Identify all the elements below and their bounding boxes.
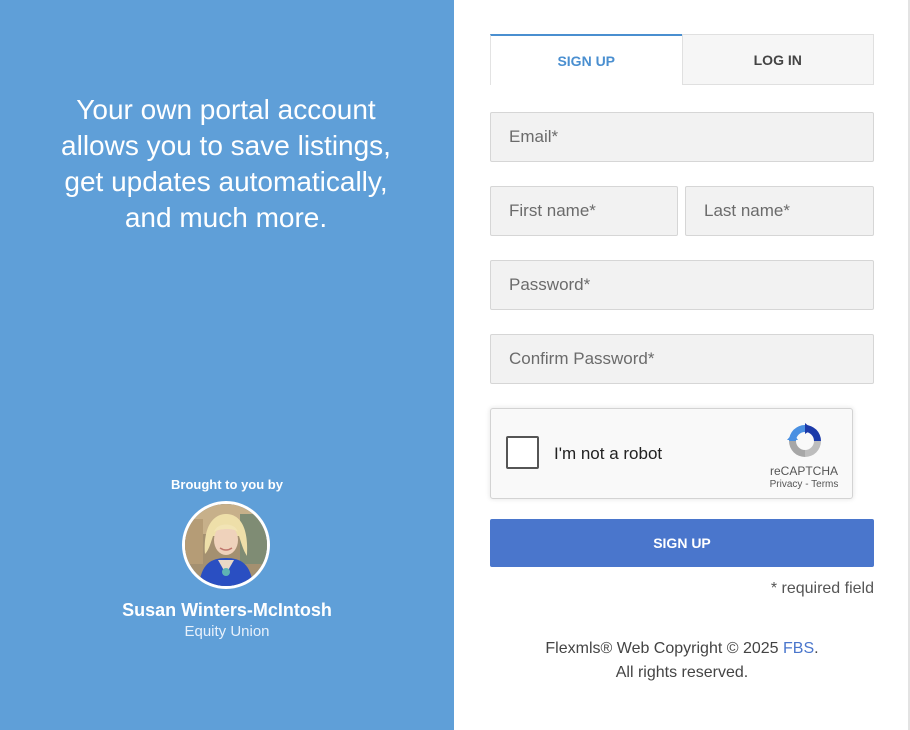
copyright-footer: Flexmls® Web Copyright © 2025 FBS. All r…	[490, 637, 874, 685]
required-field-note: * required field	[770, 580, 874, 597]
agent-avatar	[182, 501, 270, 589]
recaptcha-link-separator: -	[802, 479, 812, 490]
promo-panel: Your own portal account allows you to sa…	[0, 0, 454, 730]
fbs-link[interactable]: FBS	[783, 640, 814, 657]
copyright-period: .	[814, 640, 819, 657]
sign-up-button[interactable]: SIGN UP	[490, 519, 874, 567]
confirm-password-field[interactable]	[490, 334, 874, 384]
recaptcha-links: Privacy - Terms	[761, 479, 847, 490]
agent-name: Susan Winters-McIntosh	[122, 600, 332, 620]
agent-photo	[185, 504, 267, 586]
email-field[interactable]	[490, 112, 874, 162]
recaptcha-checkbox[interactable]	[506, 436, 539, 469]
password-field[interactable]	[490, 260, 874, 310]
recaptcha-widget: I'm not a robot reCAPTCHA Privacy - Term…	[490, 408, 853, 499]
rights-reserved-text: All rights reserved.	[615, 664, 749, 681]
recaptcha-label: I'm not a robot	[554, 444, 663, 463]
copyright-text: Flexmls® Web Copyright © 2025	[545, 640, 783, 657]
recaptcha-privacy-link[interactable]: Privacy	[770, 479, 803, 490]
recaptcha-icon	[787, 423, 821, 457]
recaptcha-terms-link[interactable]: Terms	[811, 479, 838, 490]
first-name-field[interactable]	[490, 186, 678, 236]
tab-log-in[interactable]: LOG IN	[681, 34, 874, 85]
auth-tabs: SIGN UP LOG IN	[490, 34, 874, 85]
promo-tagline: Your own portal account allows you to sa…	[61, 94, 391, 233]
last-name-field[interactable]	[685, 186, 874, 236]
agent-company: Equity Union	[184, 623, 270, 640]
brought-by-label: Brought to you by	[171, 477, 283, 492]
tab-sign-up[interactable]: SIGN UP	[490, 34, 682, 85]
copyright-line: Flexmls® Web Copyright © 2025 FBS.	[490, 637, 874, 661]
recaptcha-brand: reCAPTCHA	[769, 464, 838, 478]
